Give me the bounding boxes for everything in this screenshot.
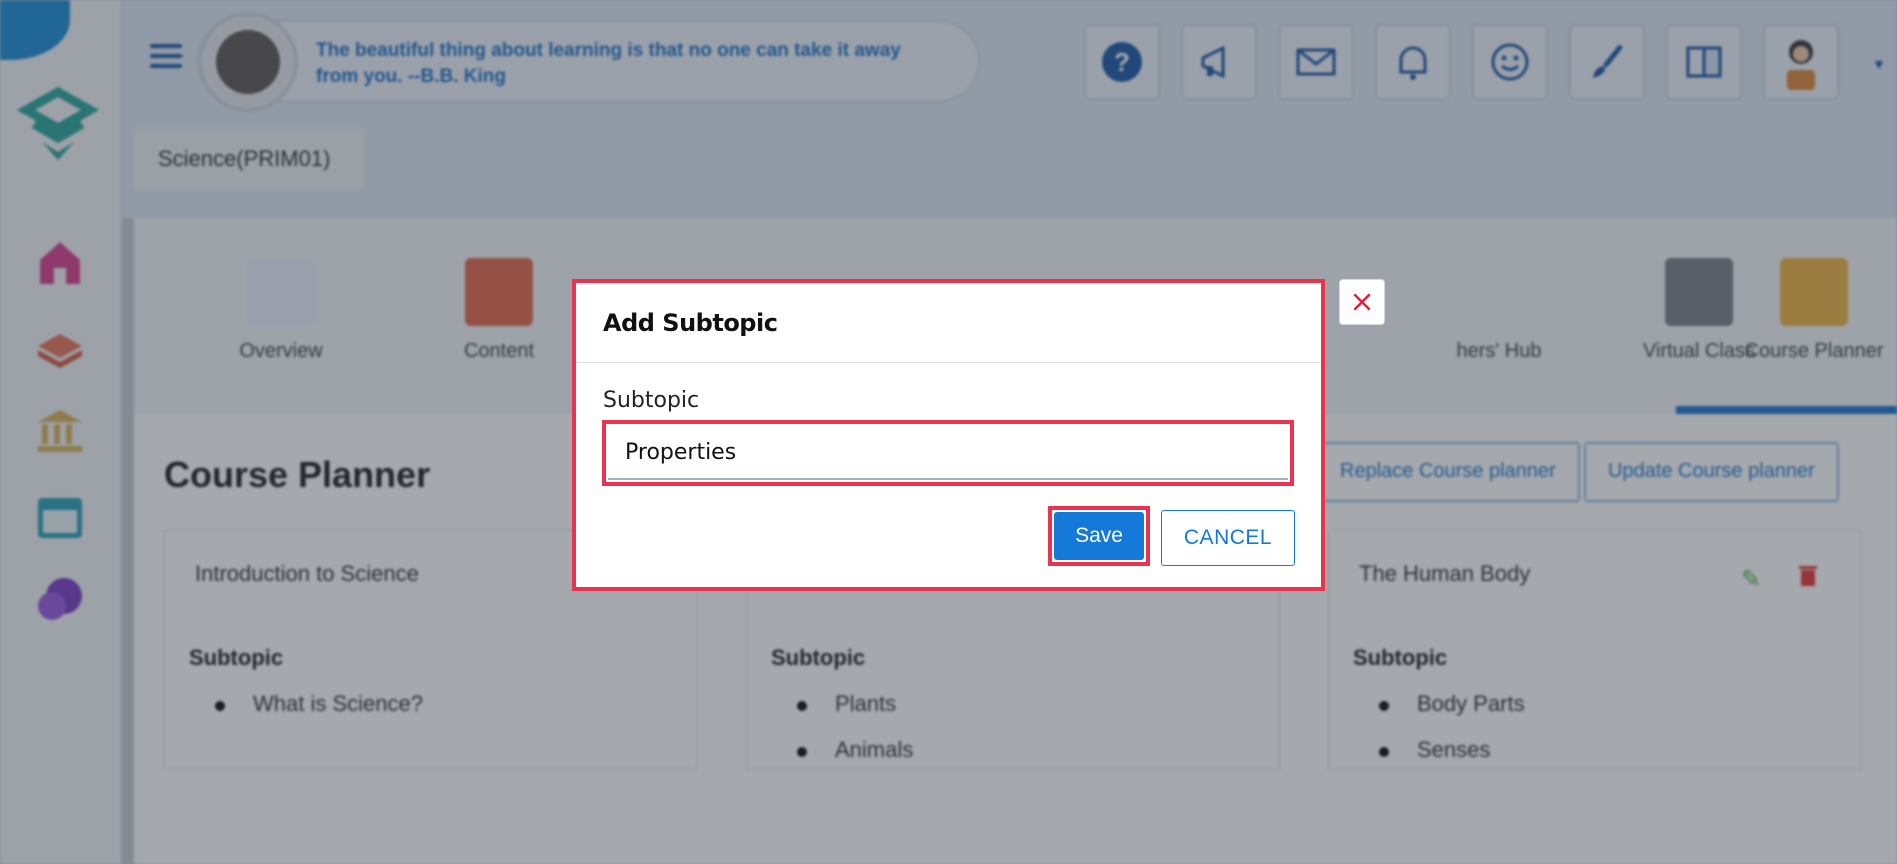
close-dialog-button[interactable]	[1339, 279, 1385, 325]
cancel-button[interactable]: CANCEL	[1161, 510, 1295, 566]
dialog-title: Add Subtopic	[603, 309, 778, 337]
subtopic-input[interactable]	[608, 426, 1288, 480]
save-button-highlight: Save	[1048, 506, 1150, 566]
subtopic-field-label: Subtopic	[603, 388, 700, 413]
add-subtopic-dialog: Add Subtopic Subtopic Save CANCEL	[572, 279, 1325, 591]
subtopic-field-highlight	[602, 420, 1294, 486]
dialog-divider	[576, 362, 1321, 363]
save-button[interactable]: Save	[1054, 512, 1144, 560]
close-icon	[1353, 293, 1371, 311]
